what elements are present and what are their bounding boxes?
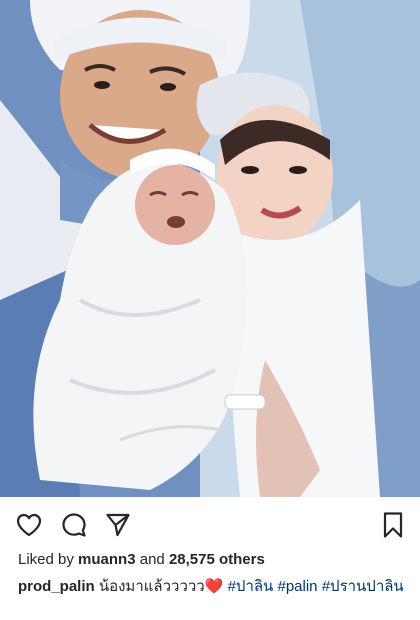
post-caption: prod_palin น้องมาแล้ววววว❤️ #ปาลิน #pali… — [18, 577, 410, 597]
liked-by-user-link[interactable]: muann3 — [78, 551, 136, 568]
likes-count-link[interactable]: 28,575 others — [169, 551, 265, 568]
heart-outline-icon — [16, 513, 42, 537]
red-heart-emoji: ❤️ — [204, 578, 224, 595]
share-button[interactable] — [104, 511, 132, 539]
caption-text: น้องมาแล้ววววว — [98, 578, 205, 595]
likes-joiner: and — [139, 551, 165, 568]
save-button[interactable] — [379, 511, 407, 539]
comment-bubble-icon — [62, 513, 86, 537]
like-button[interactable] — [15, 511, 43, 539]
photo-illustration — [0, 0, 420, 497]
hashtag-link[interactable]: #palin — [277, 578, 317, 595]
hashtag-link[interactable]: #ปาลิน — [228, 578, 274, 595]
likes-prefix: Liked by — [18, 551, 74, 568]
caption-username[interactable]: prod_palin — [18, 578, 95, 595]
post-photo[interactable] — [0, 0, 420, 497]
comment-button[interactable] — [60, 511, 88, 539]
instagram-post: Liked by muann3 and 28,575 others prod_p… — [0, 0, 420, 620]
likes-summary: Liked by muann3 and 28,575 others — [18, 551, 265, 569]
paper-plane-icon — [106, 513, 130, 537]
hashtag-link[interactable]: #ปรานปาลิน — [322, 578, 404, 595]
bookmark-icon — [383, 512, 403, 538]
post-action-bar — [0, 505, 420, 543]
